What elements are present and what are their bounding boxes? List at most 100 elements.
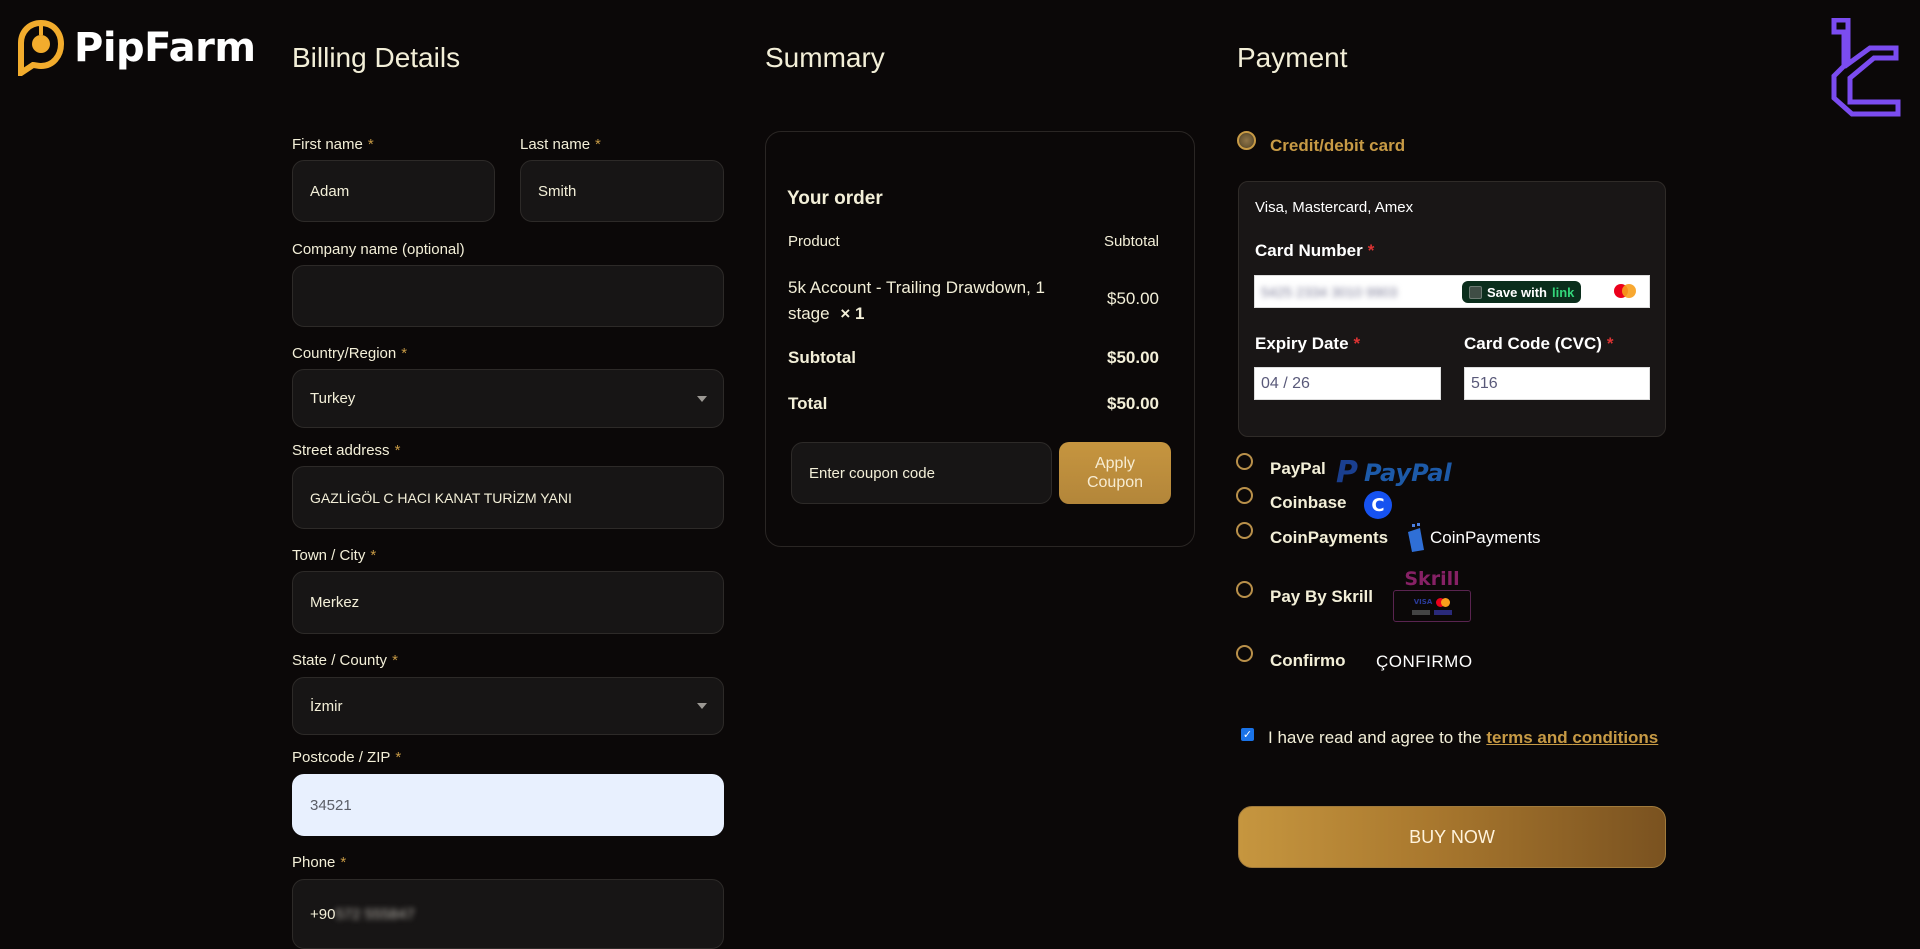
radio-coinpayments[interactable]	[1236, 522, 1253, 539]
coinpayments-logo: CoinPayments	[1406, 522, 1541, 554]
required-mark: *	[595, 136, 601, 153]
apply-label-2: Coupon	[1086, 474, 1144, 491]
city-input[interactable]: Merkez	[292, 571, 724, 634]
expiry-label: Expiry Date *	[1255, 334, 1360, 354]
cvc-input[interactable]: 516	[1464, 367, 1650, 400]
save-with-link-button[interactable]: Save with link	[1462, 281, 1582, 303]
skrill-label[interactable]: Pay By Skrill	[1270, 587, 1373, 607]
last-name-input[interactable]: Smith	[520, 160, 724, 222]
street-address-input[interactable]: GAZLİGÖL C HACI KANAT TURİZM YANI	[292, 466, 724, 529]
chevron-down-icon	[697, 395, 707, 402]
phone-number-blurred: 572 555847	[335, 905, 415, 923]
required-mark: *	[1367, 241, 1375, 260]
required-mark: *	[1606, 334, 1614, 353]
street-label: Street address *	[292, 442, 400, 459]
terms-text-prefix: I have read and agree to the	[1268, 728, 1482, 747]
paypal-logo: P PayPal	[1336, 455, 1452, 490]
state-label-text: State / County	[292, 652, 388, 669]
save-with-text: Save with	[1487, 284, 1547, 300]
skrill-cards-box: VISA	[1393, 590, 1471, 622]
tradingfinder-logo-icon	[1831, 18, 1901, 117]
skrill-logo-text: Skrill	[1404, 568, 1460, 590]
expiry-input[interactable]: 04 / 26	[1254, 367, 1441, 400]
coinpayments-wallet-icon	[1408, 523, 1424, 552]
terms-link[interactable]: terms and conditions	[1486, 728, 1658, 747]
item-name-text: 5k Account - Trailing Drawdown, 1 stage	[788, 278, 1046, 323]
card-number-label: Card Number *	[1255, 241, 1374, 261]
total-value: $50.00	[1107, 394, 1159, 413]
terms-text: I have read and agree to the terms and c…	[1241, 722, 1661, 754]
subtotal-label: Subtotal	[788, 348, 856, 367]
required-mark: *	[367, 136, 374, 153]
first-name-label-text: First name	[292, 136, 363, 153]
company-label: Company name (optional)	[292, 241, 465, 258]
summary-title: Summary	[765, 42, 885, 73]
postcode-input[interactable]: 34521	[292, 774, 724, 836]
total-label: Total	[788, 394, 828, 413]
radio-paypal[interactable]	[1236, 453, 1253, 470]
radio-confirmo[interactable]	[1236, 645, 1253, 662]
phone-input[interactable]: +90 572 555847	[292, 879, 724, 949]
last-name-label-text: Last name	[520, 136, 591, 153]
state-value: İzmir	[310, 697, 343, 715]
phone-label: Phone *	[292, 854, 346, 871]
order-item-name: 5k Account - Trailing Drawdown, 1 stage …	[788, 275, 1088, 327]
order-item-price: $50.00	[1107, 289, 1159, 308]
terms-link-2: conditions	[1572, 728, 1659, 747]
required-mark: *	[395, 749, 402, 766]
radio-credit-card[interactable]	[1237, 131, 1256, 150]
state-select[interactable]: İzmir	[292, 677, 724, 735]
expiry-label-text: Expiry Date	[1255, 334, 1349, 353]
required-mark: *	[370, 547, 377, 564]
country-label-text: Country/Region	[292, 345, 397, 362]
card-number-input[interactable]: 5425 2334 3010 9903	[1254, 275, 1650, 308]
city-label-text: Town / City	[292, 547, 366, 564]
required-mark: *	[401, 345, 408, 362]
skrill-logo: Skrill VISA	[1393, 569, 1471, 623]
accepted-cards-text: Visa, Mastercard, Amex	[1255, 199, 1414, 216]
coinpayments-label[interactable]: CoinPayments	[1270, 528, 1388, 548]
company-input[interactable]	[292, 265, 724, 327]
pipfarm-logo-icon	[18, 20, 64, 76]
postcode-label-text: Postcode / ZIP	[292, 749, 391, 766]
confirmo-logo: ÇONFIRMO	[1376, 652, 1473, 671]
coupon-code-input[interactable]	[791, 442, 1052, 504]
confirmo-label[interactable]: Confirmo	[1270, 651, 1346, 671]
billing-title: Billing Details	[292, 42, 461, 73]
chevron-down-icon	[697, 703, 707, 709]
mastercard-icon	[1614, 284, 1636, 298]
subtotal-value: $50.00	[1107, 348, 1159, 367]
last-name-label: Last name *	[520, 136, 601, 153]
col-product-header: Product	[788, 233, 840, 250]
required-mark: *	[1353, 334, 1361, 353]
card-number-blurred: 5425 2334 3010 9903	[1261, 283, 1398, 300]
link-word: link	[1551, 284, 1575, 300]
coinbase-icon: C	[1364, 491, 1392, 519]
radio-coinbase[interactable]	[1236, 487, 1253, 504]
item-qty: × 1	[840, 304, 865, 323]
first-name-input[interactable]: Adam	[292, 160, 495, 222]
apply-label-1: Apply	[1094, 455, 1135, 472]
first-name-label: First name *	[292, 136, 374, 153]
coinbase-label[interactable]: Coinbase	[1270, 493, 1347, 513]
country-select[interactable]: Turkey	[292, 369, 724, 428]
required-mark: *	[340, 854, 347, 871]
apply-coupon-button[interactable]: Apply Coupon	[1059, 442, 1171, 504]
radio-skrill[interactable]	[1236, 581, 1253, 598]
paypal-label[interactable]: PayPal	[1270, 459, 1326, 479]
your-order-heading: Your order	[787, 188, 883, 209]
phone-prefix: +90	[310, 905, 336, 923]
postcode-label: Postcode / ZIP *	[292, 749, 401, 766]
paypal-p-icon: P	[1336, 455, 1358, 490]
terms-link-1: terms and	[1486, 728, 1568, 747]
buy-now-button[interactable]: BUY NOW	[1238, 806, 1666, 868]
coinpayments-logo-text: CoinPayments	[1430, 528, 1541, 547]
phone-label-text: Phone	[292, 854, 336, 871]
country-value: Turkey	[310, 390, 356, 407]
credit-card-label[interactable]: Credit/debit card	[1270, 136, 1405, 156]
pipfarm-logo[interactable]: PipFarm	[18, 20, 256, 76]
cvc-label: Card Code (CVC) *	[1464, 334, 1614, 354]
cvc-label-text: Card Code (CVC)	[1464, 334, 1602, 353]
payment-title: Payment	[1237, 42, 1348, 73]
required-mark: *	[392, 652, 398, 669]
